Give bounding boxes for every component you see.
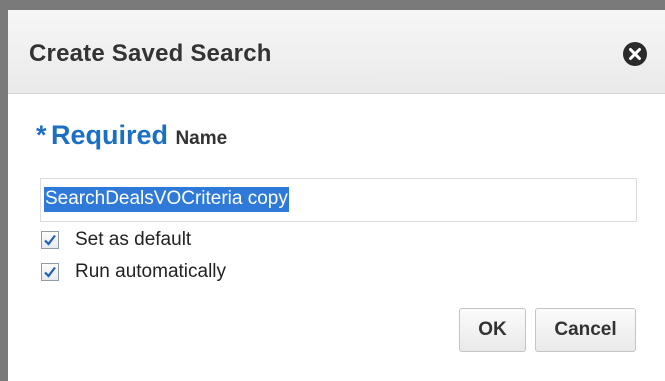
name-input-value[interactable]: SearchDealsVOCriteria copy	[44, 187, 289, 212]
checkmark-icon	[44, 234, 56, 246]
create-saved-search-dialog: Create Saved Search * Required Name Sear…	[8, 10, 665, 381]
checkmark-icon	[44, 266, 56, 278]
required-indicator: * Required Name	[36, 120, 227, 151]
run-automatically-label: Run automatically	[75, 261, 227, 282]
set-as-default-checkbox[interactable]	[41, 231, 59, 249]
required-star: *	[36, 120, 47, 150]
required-label: Required	[50, 120, 168, 150]
close-icon[interactable]	[623, 42, 647, 66]
set-as-default-label: Set as default	[75, 229, 192, 250]
name-input[interactable]: SearchDealsVOCriteria copy	[40, 178, 637, 222]
name-label: Name	[175, 128, 228, 149]
run-automatically-checkbox[interactable]	[41, 263, 59, 281]
set-as-default-row[interactable]: Set as default	[41, 228, 191, 252]
dialog-titlebar: Create Saved Search	[8, 10, 665, 94]
dialog-title: Create Saved Search	[29, 40, 272, 67]
run-automatically-row[interactable]: Run automatically	[41, 260, 226, 284]
cancel-button[interactable]: Cancel	[535, 308, 636, 352]
ok-button[interactable]: OK	[459, 308, 526, 352]
